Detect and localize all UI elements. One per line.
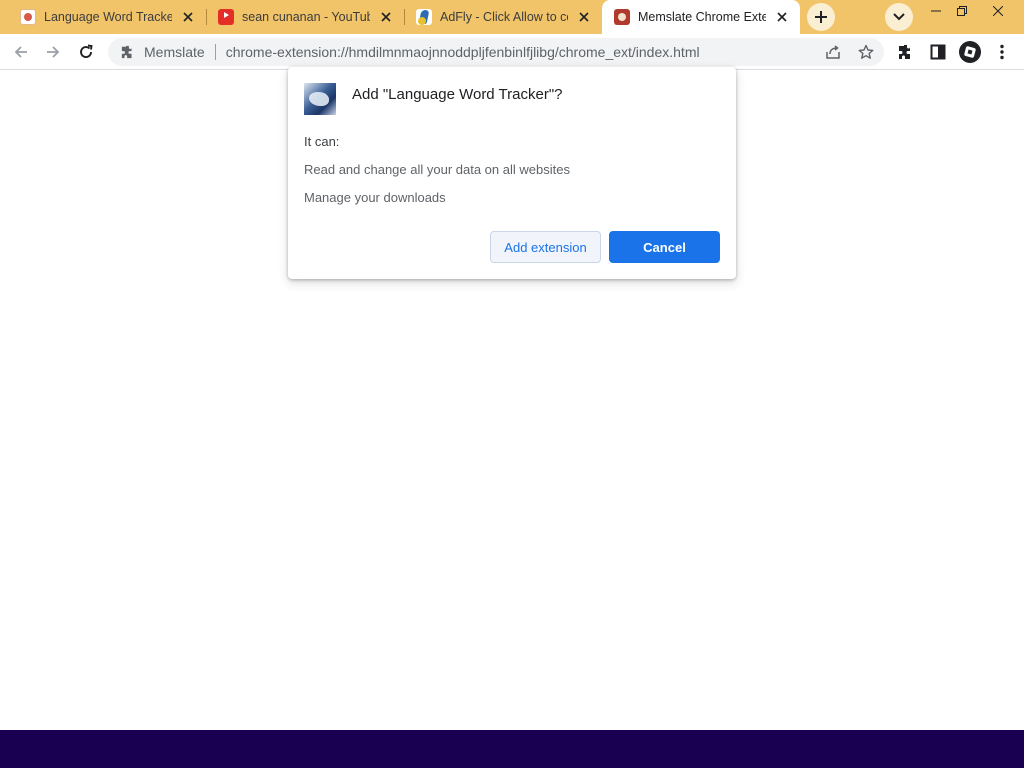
side-panel-button[interactable] xyxy=(924,38,952,66)
permission-item: Manage your downloads xyxy=(304,190,446,205)
restore-icon xyxy=(957,6,967,16)
permission-item: Read and change all your data on all web… xyxy=(304,162,570,177)
close-tab-icon[interactable] xyxy=(180,9,196,25)
restore-button[interactable] xyxy=(946,0,978,22)
add-extension-button[interactable]: Add extension xyxy=(490,231,601,263)
language-word-tracker-favicon-icon xyxy=(20,9,36,25)
close-tab-icon[interactable] xyxy=(576,9,592,25)
add-extension-dialog: Add "Language Word Tracker"? It can: Rea… xyxy=(288,67,736,279)
dialog-title: Add "Language Word Tracker"? xyxy=(352,86,563,103)
site-name: Memslate xyxy=(144,44,205,60)
address-bar[interactable]: Memslate chrome-extension://hmdilmnmaojn… xyxy=(108,38,884,66)
reload-button[interactable] xyxy=(72,38,100,66)
plus-icon xyxy=(815,11,827,23)
puzzle-icon xyxy=(120,44,136,60)
close-window-button[interactable] xyxy=(982,0,1014,22)
chevron-down-icon xyxy=(893,13,905,21)
cancel-button[interactable]: Cancel xyxy=(609,231,720,263)
side-panel-icon xyxy=(930,44,946,60)
minimize-icon xyxy=(931,10,941,12)
tab-memslate[interactable]: Memslate Chrome Exten xyxy=(602,0,800,34)
youtube-favicon-icon xyxy=(218,9,234,25)
close-tab-icon[interactable] xyxy=(774,9,790,25)
profile-button[interactable] xyxy=(956,38,984,66)
close-icon xyxy=(993,6,1003,16)
tab-search-button[interactable] xyxy=(885,3,913,31)
tab-language-word-tracker[interactable]: Language Word Tracker - xyxy=(0,0,206,34)
adfly-favicon-icon xyxy=(416,9,432,25)
taskbar xyxy=(0,730,1024,768)
close-tab-icon[interactable] xyxy=(378,9,394,25)
menu-button[interactable] xyxy=(988,38,1016,66)
tab-title: AdFly - Click Allow to co xyxy=(440,10,568,24)
tab-youtube[interactable]: sean cunanan - YouTube xyxy=(198,0,404,34)
tab-strip: Language Word Tracker - sean cunanan - Y… xyxy=(0,0,1024,34)
address-divider xyxy=(214,44,216,60)
share-icon[interactable] xyxy=(825,44,841,60)
tab-title: sean cunanan - YouTube xyxy=(242,10,370,24)
tab-adfly[interactable]: AdFly - Click Allow to co xyxy=(396,0,602,34)
tab-title: Language Word Tracker - xyxy=(44,10,172,24)
forward-button[interactable] xyxy=(39,38,67,66)
puzzle-icon xyxy=(899,45,910,59)
arrow-right-icon xyxy=(47,46,60,58)
new-tab-button[interactable] xyxy=(807,3,835,31)
kebab-menu-icon xyxy=(1000,44,1004,60)
permissions-intro: It can: xyxy=(304,134,340,149)
url-text[interactable]: chrome-extension://hmdilmnmaojnnoddpljfe… xyxy=(226,44,700,60)
memslate-favicon-icon xyxy=(614,9,630,25)
tab-title: Memslate Chrome Exten xyxy=(638,10,766,24)
browser-toolbar: Memslate chrome-extension://hmdilmnmaojn… xyxy=(0,34,1024,70)
back-button[interactable] xyxy=(7,38,35,66)
extensions-button[interactable] xyxy=(892,38,920,66)
bookmark-star-icon[interactable] xyxy=(858,44,874,60)
reload-icon xyxy=(80,44,93,58)
avatar xyxy=(959,41,981,63)
arrow-left-icon xyxy=(14,46,27,58)
extension-icon xyxy=(304,83,336,115)
